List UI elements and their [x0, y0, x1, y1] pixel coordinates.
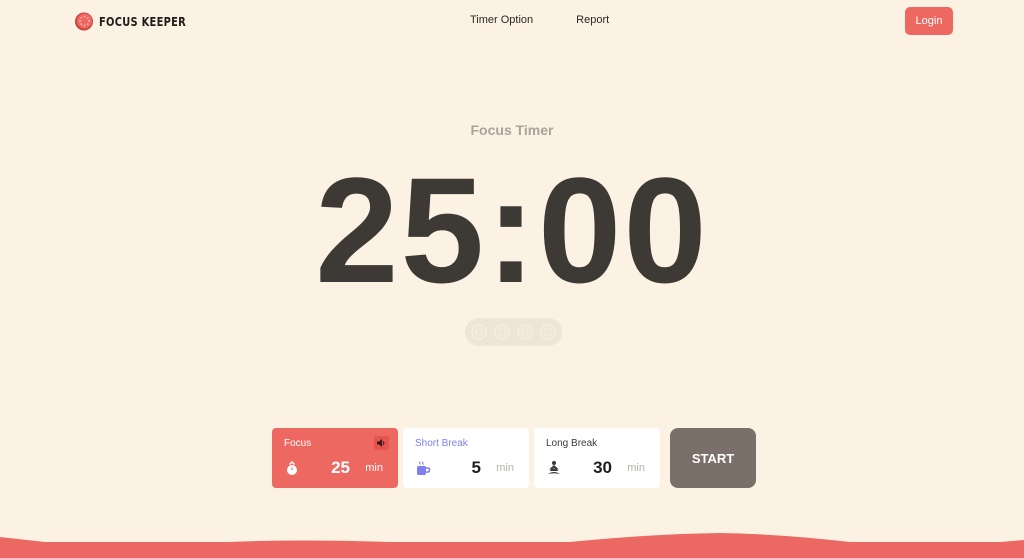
coffee-cup-icon — [417, 461, 431, 475]
sound-toggle[interactable] — [374, 436, 389, 450]
mode-unit: min — [627, 462, 645, 474]
login-button[interactable]: Login — [905, 7, 953, 35]
brand-name: FOCUS KEEPER — [99, 13, 187, 29]
mode-card-long-break[interactable]: Long Break 30 min — [534, 428, 660, 488]
tomato-logo-icon — [75, 12, 93, 31]
mode-label: Short Break — [415, 438, 468, 449]
bottom-wave-decoration — [0, 533, 1024, 558]
session-tomato-icon — [494, 324, 510, 340]
timer-mode-title: Focus Timer — [470, 122, 554, 138]
mode-label: Long Break — [546, 438, 598, 449]
stopwatch-icon — [287, 461, 297, 475]
timer-display: 25:00 — [315, 146, 709, 314]
start-button[interactable]: START — [670, 428, 756, 488]
mode-unit: min — [365, 462, 383, 474]
mode-value: 30 — [593, 458, 612, 477]
session-tomato-icon — [471, 324, 487, 340]
meditation-icon — [548, 461, 560, 474]
nav-timer-option[interactable]: Timer Option — [470, 14, 533, 26]
session-progress — [465, 318, 562, 346]
mode-value: 25 — [331, 458, 350, 477]
session-tomato-icon — [540, 324, 556, 340]
header: FOCUS KEEPER Timer Option Report Login — [0, 0, 1024, 42]
mode-cards: Focus 25 min Short Break 5 min Long Brea… — [272, 428, 660, 488]
nav-report[interactable]: Report — [576, 14, 609, 26]
main-nav: Timer Option Report — [470, 14, 609, 26]
speaker-icon — [377, 439, 385, 447]
mode-unit: min — [496, 462, 514, 474]
mode-label: Focus — [284, 438, 312, 449]
mode-card-focus[interactable]: Focus 25 min — [272, 428, 398, 488]
mode-card-short-break[interactable]: Short Break 5 min — [403, 428, 529, 488]
logo[interactable]: FOCUS KEEPER — [74, 11, 198, 31]
session-tomato-icon — [517, 324, 533, 340]
mode-value: 5 — [471, 458, 481, 477]
